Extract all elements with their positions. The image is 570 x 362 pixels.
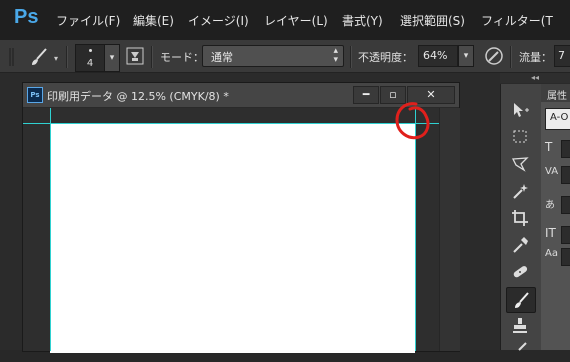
menu-edit[interactable]: 編集(E) [133,12,174,29]
properties-panel-tab[interactable]: 属性 [541,84,570,102]
baseline-shift-field[interactable] [561,248,570,266]
stamp-icon [513,318,527,333]
eyedropper-tool-button[interactable] [506,233,534,257]
brush-icon [515,292,529,308]
menu-filter[interactable]: フィルター(T [481,12,553,29]
magic-wand-icon [513,184,528,199]
document-title: 印刷用データ @ 12.5% (CMYK/8) * [47,90,229,103]
canvas[interactable] [50,123,415,353]
menu-select[interactable]: 選択範囲(S) [400,12,465,29]
collapse-panels-button[interactable]: ◂◂ [500,73,570,83]
brush-size-dropdown-button[interactable]: ▾ [104,44,120,72]
lasso-tool-button[interactable] [506,152,534,176]
magic-wand-tool-button[interactable] [506,179,534,203]
crop-tool-button[interactable] [506,206,534,230]
marquee-tool-button[interactable] [506,125,534,149]
tsume-field[interactable] [561,196,570,214]
opacity-slider-button[interactable]: ▾ [458,45,474,67]
menu-type[interactable]: 書式(Y) [342,12,383,29]
annotation-circle [395,102,430,140]
mode-label: モード： [160,51,204,64]
pressure-opacity-button[interactable] [484,46,504,66]
grip-icon [9,48,14,66]
kerning-row: VA [545,166,570,184]
opacity-input[interactable]: 64% [418,45,458,67]
menu-image[interactable]: イメージ(I) [188,12,249,29]
flow-value: 7 [558,49,565,62]
properties-title: 属性 [547,91,567,102]
lasso-icon [511,157,529,172]
options-bar: ▾ 4 ▾ モード： 通常 ▴ ▾ 不透明度： 64% ▾ 流量： 7 [0,40,570,73]
bandage-icon [513,266,528,278]
brush-preset-dropdown-icon[interactable]: ▾ [54,54,58,63]
document-scrollbar[interactable] [439,108,460,351]
opacity-value: 64% [423,49,448,62]
font-family-value: A-O [550,112,569,123]
baseline-shift-row: Aa [545,248,570,266]
vertical-scale-row: IT [545,226,570,244]
minimize-button[interactable]: ━ [353,86,379,104]
brush-size-picker[interactable]: 4 [75,44,105,72]
healing-brush-tool-button[interactable] [506,260,534,284]
brush-panel-icon [126,47,144,65]
brush-size-value: 4 [86,58,94,69]
menu-bar: Ps ファイル(F) 編集(E) イメージ(I) レイヤー(L) 書式(Y) 選… [0,0,570,40]
tsume-row: あ [545,196,570,214]
menu-layer[interactable]: レイヤー(L) [264,12,328,29]
menu-file[interactable]: ファイル(F) [56,12,120,29]
flow-input[interactable]: 7 [554,45,570,67]
clone-stamp-tool-button[interactable] [506,314,534,338]
font-size-field[interactable] [561,140,570,158]
eyedropper-icon [513,237,528,253]
history-brush-tool-button[interactable] [506,338,534,362]
select-arrows-icon: ▴ ▾ [333,46,338,65]
kerning-icon: VA [545,166,559,177]
font-size-icon: T [545,140,553,154]
font-family-select[interactable]: A-O [545,108,570,130]
tsume-icon: あ [545,200,555,211]
crop-icon [512,210,528,226]
guide-vertical-left[interactable] [50,108,51,351]
opacity-label: 不透明度： [358,51,413,64]
brush-tool-button[interactable] [506,287,536,313]
baseline-shift-icon: Aa [545,248,558,259]
history-brush-icon [518,342,527,351]
brush-panel-toggle-button[interactable] [124,44,146,68]
brush-icon [32,48,47,65]
brush-tip-icon [89,49,92,52]
kerning-field[interactable] [561,166,570,184]
font-size-row: T [545,140,570,158]
vertical-scale-field[interactable] [561,226,570,244]
brush-tool-preset-button[interactable] [28,46,50,68]
vertical-scale-icon: IT [545,226,556,240]
guide-horizontal[interactable] [23,123,439,124]
pen-pressure-icon [485,47,503,65]
photoshop-logo: Ps [14,6,39,28]
blend-mode-value: 通常 [211,51,233,64]
properties-panel: 属性 A-O T VA あ IT Aa [541,84,570,350]
flow-label: 流量： [519,51,552,64]
marquee-icon [513,130,527,143]
photoshop-document-icon: Ps [27,87,43,103]
move-tool-button[interactable] [506,98,534,122]
blend-mode-select[interactable]: 通常 ▴ ▾ [202,45,344,67]
move-icon [514,103,529,117]
tools-panel [500,84,542,351]
